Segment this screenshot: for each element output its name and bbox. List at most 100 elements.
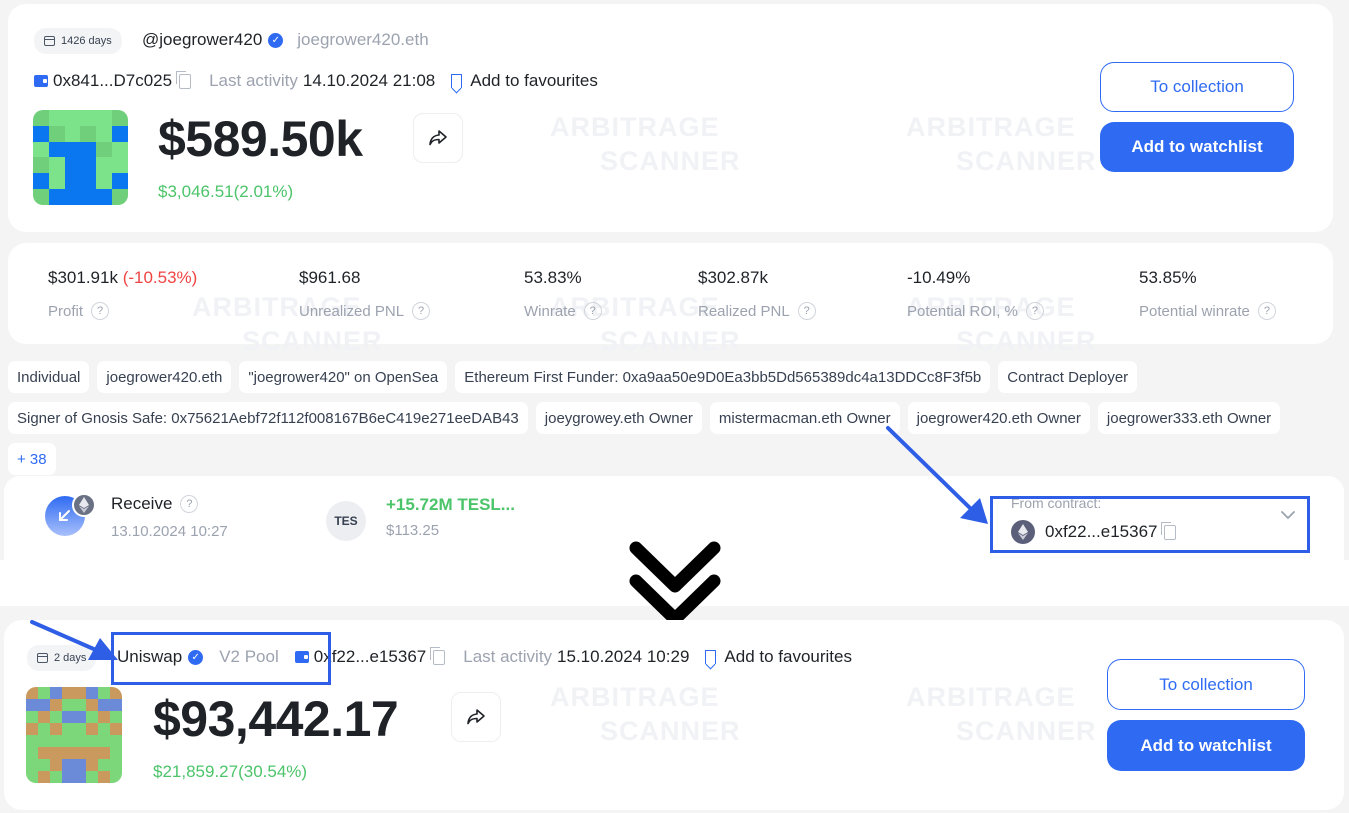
avatar-pixel xyxy=(96,110,113,126)
wallet-balance: $93,442.17 xyxy=(153,691,399,747)
add-to-favourites-button[interactable]: Add to favourites xyxy=(705,647,852,667)
avatar-pixel xyxy=(38,711,50,723)
avatar-pixel xyxy=(110,747,122,759)
stat-realized-pnl: $302.87k Realized PNL? xyxy=(698,268,816,320)
avatar-pixel xyxy=(64,157,81,174)
avatar-pixel xyxy=(74,747,86,759)
to-collection-button[interactable]: To collection xyxy=(1100,62,1294,112)
avatar-pixel xyxy=(62,747,74,759)
avatar-pixel xyxy=(112,157,128,174)
show-more-tags-button[interactable]: + 38 xyxy=(8,443,56,475)
avatar-pixel xyxy=(80,189,97,205)
stat-winrate: 53.83% Winrate? xyxy=(524,268,602,320)
avatar-pixel xyxy=(98,735,110,747)
avatar-pixel xyxy=(50,699,62,711)
tag[interactable]: joegrower420.eth xyxy=(97,361,232,393)
wallet-address[interactable]: 0x841...D7c025 xyxy=(53,71,172,91)
avatar-pixel xyxy=(38,759,50,771)
avatar-pixel xyxy=(48,141,65,158)
help-icon[interactable]: ? xyxy=(91,302,110,320)
avatar-pixel xyxy=(98,747,110,759)
tag[interactable]: "joegrower420" on OpenSea xyxy=(239,361,448,393)
watermark-line: SCANNER xyxy=(956,716,1097,746)
avatar-pixel xyxy=(98,771,110,783)
add-to-watchlist-button[interactable]: Add to watchlist xyxy=(1100,122,1294,172)
avatar-pixel xyxy=(110,735,122,747)
address-row: 0x841...D7c025 Last activity 14.10.2024 … xyxy=(34,70,598,91)
help-icon[interactable]: ? xyxy=(412,302,431,320)
avatar xyxy=(33,110,128,205)
to-collection-button[interactable]: To collection xyxy=(1107,659,1305,710)
token-badge: TES xyxy=(326,501,366,541)
avatar-pixel xyxy=(86,771,98,783)
tag[interactable]: mistermacman.eth Owner xyxy=(709,402,900,434)
avatar-pixel xyxy=(26,747,38,759)
avatar-pixel xyxy=(96,125,113,142)
tag[interactable]: Contract Deployer xyxy=(998,361,1138,393)
share-button[interactable] xyxy=(413,113,463,163)
watermark-line: ARBITRAGE xyxy=(550,112,720,142)
avatar-pixel xyxy=(96,157,113,174)
tag[interactable]: Signer of Gnosis Safe: 0x75621Aebf72f112… xyxy=(8,402,528,434)
avatar-pixel xyxy=(48,173,65,190)
stat-change: (-10.53%) xyxy=(122,268,198,287)
avatar-pixel xyxy=(98,711,110,723)
avatar-pixel xyxy=(38,699,50,711)
watermark-line: ARBITRAGE xyxy=(906,112,1076,142)
avatar-pixel xyxy=(86,735,98,747)
stat-profit: $301.91k (-10.53%) Profit? xyxy=(48,268,197,320)
share-button[interactable] xyxy=(451,692,501,742)
avatar-pixel xyxy=(112,125,128,142)
last-activity-label: Last activity xyxy=(463,647,553,666)
username[interactable]: @joegrower420 xyxy=(142,30,262,50)
tag[interactable]: Ethereum First Funder: 0xa9aa50e9D0Ea3bb… xyxy=(455,361,991,393)
avatar-pixel xyxy=(33,110,49,126)
annotation-arrow xyxy=(886,426,988,524)
tag[interactable]: Individual xyxy=(8,361,90,393)
ethereum-icon xyxy=(72,493,96,517)
help-icon[interactable]: ? xyxy=(583,302,602,320)
stats-card: ARBITRAGE SCANNER ARBITRAGE SCANNER ARBITR… xyxy=(8,243,1333,356)
add-to-favourites-button[interactable]: Add to favourites xyxy=(451,71,598,91)
help-icon[interactable]: ? xyxy=(180,495,199,513)
tx-timestamp: 13.10.2024 10:27 xyxy=(111,523,228,540)
annotation-arrow xyxy=(30,620,118,660)
avatar-pixel xyxy=(33,173,49,190)
favourites-label: Add to favourites xyxy=(470,71,598,90)
avatar-pixel xyxy=(48,110,65,126)
avatar-pixel xyxy=(33,157,49,174)
add-to-watchlist-button[interactable]: Add to watchlist xyxy=(1107,720,1305,771)
avatar-pixel xyxy=(74,759,86,771)
help-icon[interactable]: ? xyxy=(1025,302,1044,320)
ens-name[interactable]: joegrower420.eth xyxy=(297,30,428,50)
watermark-line: SCANNER xyxy=(956,326,1097,356)
stat-value: $961.68 xyxy=(299,268,361,287)
avatar-pixel xyxy=(50,687,62,699)
stat-label: Potential winrate xyxy=(1139,302,1250,320)
wallet-balance: $589.50k xyxy=(158,111,363,167)
avatar-pixel xyxy=(86,711,98,723)
avatar-pixel xyxy=(86,759,98,771)
watermark-line: ARBITRAGE xyxy=(550,682,720,712)
watermark-line: SCANNER xyxy=(600,146,741,176)
stat-value: 53.83% xyxy=(524,268,582,287)
avatar-pixel xyxy=(48,157,65,174)
copy-icon[interactable] xyxy=(176,70,192,89)
tx-amount-usd: $113.25 xyxy=(386,522,440,539)
help-icon[interactable]: ? xyxy=(797,302,816,320)
tag[interactable]: joegrower333.eth Owner xyxy=(1097,402,1281,434)
help-icon[interactable]: ? xyxy=(1257,302,1276,320)
avatar-pixel xyxy=(62,759,74,771)
avatar-pixel xyxy=(80,125,97,142)
avatar-pixel xyxy=(26,723,38,735)
copy-icon[interactable] xyxy=(430,646,446,665)
avatar-pixel xyxy=(98,723,110,735)
avatar-pixel xyxy=(86,699,98,711)
stat-potential-roi: -10.49% Potential ROI, %? xyxy=(907,268,1044,320)
stat-label: Potential ROI, % xyxy=(907,302,1018,320)
share-icon xyxy=(429,130,447,146)
avatar-pixel xyxy=(64,189,81,205)
tag[interactable]: joeygrowey.eth Owner xyxy=(535,402,702,434)
avatar-pixel xyxy=(64,141,81,158)
avatar-pixel xyxy=(62,723,74,735)
